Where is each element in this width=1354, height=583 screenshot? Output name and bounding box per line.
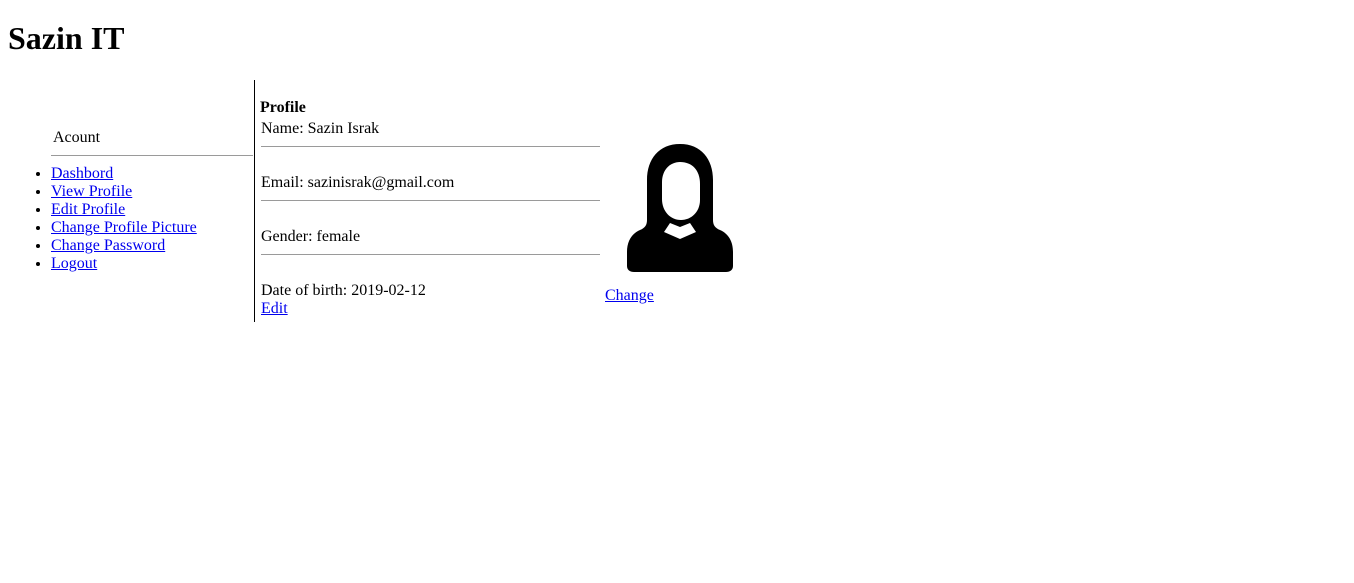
profile-email: Email: sazinisrak@gmail.com: [261, 174, 455, 191]
site-title: Sazin IT: [8, 20, 125, 56]
view-profile-link[interactable]: View Profile: [51, 183, 132, 200]
sidebar-item-view-profile: View Profile: [51, 183, 197, 201]
edit-profile-button[interactable]: Edit: [261, 299, 288, 319]
sidebar-item-change-password: Change Password: [51, 237, 197, 255]
sidebar: Acount Dashbord View Profile Edit Profil…: [0, 80, 254, 322]
profile-divider: [261, 200, 600, 201]
dashboard-link[interactable]: Dashbord: [51, 165, 113, 182]
logout-link[interactable]: Logout: [51, 255, 97, 272]
sidebar-divider: [51, 155, 253, 156]
edit-profile-link[interactable]: Edit Profile: [51, 201, 125, 218]
female-user-icon: [626, 142, 734, 274]
profile-divider: [261, 254, 600, 255]
change-password-link[interactable]: Change Password: [51, 237, 165, 254]
vertical-divider: [254, 80, 255, 322]
sidebar-heading: Acount: [53, 129, 101, 146]
change-picture-button[interactable]: Change: [605, 286, 654, 306]
profile-title: Profile: [260, 99, 306, 116]
page: Sazin IT Acount Dashbord View Profile Ed…: [0, 0, 1354, 583]
profile-divider: [261, 146, 600, 147]
profile-name: Name: Sazin Israk: [261, 120, 380, 137]
profile-date-of-birth: Date of birth: 2019-02-12: [261, 282, 426, 299]
sidebar-item-logout: Logout: [51, 255, 197, 273]
sidebar-menu: Dashbord View Profile Edit Profile Chang…: [0, 165, 197, 273]
change-profile-picture-link[interactable]: Change Profile Picture: [51, 219, 197, 236]
sidebar-item-change-profile-picture: Change Profile Picture: [51, 219, 197, 237]
sidebar-item-edit-profile: Edit Profile: [51, 201, 197, 219]
profile-gender: Gender: female: [261, 228, 361, 245]
sidebar-item-dashboard: Dashbord: [51, 165, 197, 183]
